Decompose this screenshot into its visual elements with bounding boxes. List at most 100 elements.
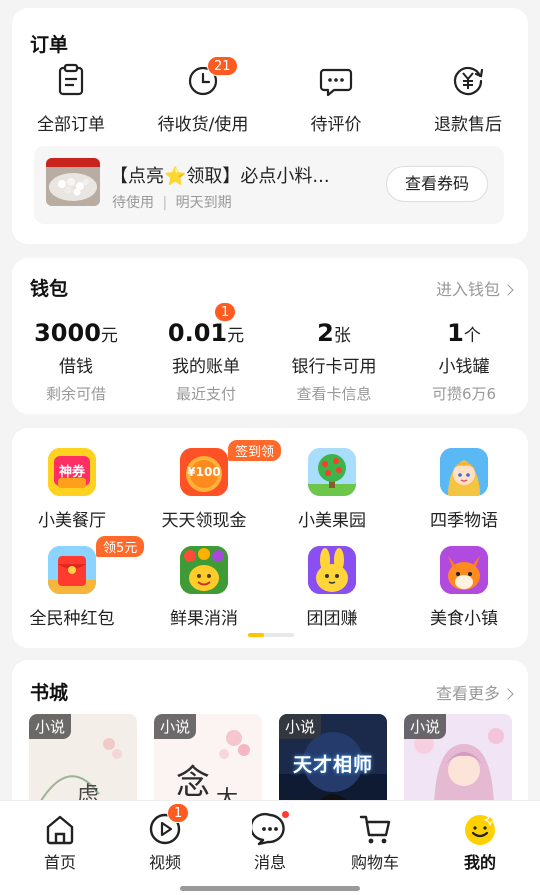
bill-badge: 1 (214, 302, 237, 322)
wallet-value: 2 (317, 319, 334, 347)
tab-pending-receipt[interactable]: 21 待收货/使用 (138, 56, 268, 135)
wallet-unit: 张 (333, 326, 351, 346)
coupon-status: 待使用 (112, 195, 154, 211)
clock-icon: 21 (185, 56, 238, 98)
book-cover-2[interactable]: 念太 小说 (154, 714, 262, 814)
wallet-value: 1 (447, 319, 464, 347)
tab-refund[interactable]: 退款售后 (403, 62, 533, 135)
fruit-tree-icon (308, 448, 356, 496)
wallet-item-bill[interactable]: 1 0.01元 我的账单 最近支付 (142, 302, 270, 404)
rabbit-icon (308, 546, 356, 594)
wallet-item-piggy-bank[interactable]: 1个 小钱罐 可攒6万6 (400, 318, 528, 404)
coupon-status-line: 待使用 | 明天到期 (112, 192, 232, 212)
orders-card: 订单 全部订单 21 待收货/使用 待评价 退款售后 【点亮⭐领取】必点小料..… (12, 8, 528, 244)
nav-cart[interactable]: 购物车 (321, 811, 429, 873)
app-label: 团团赚 (306, 609, 358, 629)
video-badge: 1 (167, 803, 190, 823)
wallet-value: 0.01 (167, 319, 228, 347)
chevron-right-icon (502, 284, 514, 296)
book-tag: 小说 (154, 714, 197, 739)
wallet-sub: 可攒6万6 (431, 385, 497, 403)
app-label: 四季物语 (430, 511, 498, 531)
wallet-name: 我的账单 (172, 357, 240, 377)
home-indicator[interactable] (180, 886, 360, 891)
app-fruit-match[interactable]: 鲜果消消 (140, 546, 268, 629)
book-cover-title: 天才相师 (292, 754, 373, 776)
wallet-name: 银行卡可用 (291, 357, 377, 377)
book-tag: 小说 (279, 714, 322, 739)
girl-avatar-icon (440, 448, 488, 496)
nav-label: 消息 (253, 853, 286, 872)
nav-label: 购物车 (350, 853, 399, 872)
app-tuantuan-earn[interactable]: 团团赚 (268, 546, 396, 629)
app-label: 全民种红包 (29, 609, 115, 629)
pending-count-badge: 21 (207, 56, 238, 76)
bookstore-card: 书城 查看更多 虑 小说 念太 小说 天才相师 小说 小说 (12, 660, 528, 820)
wallet-name: 小钱罐 (438, 357, 490, 377)
app-label: 美食小镇 (430, 609, 498, 629)
clipboard-icon (53, 62, 89, 98)
shenquan-icon-text: 神券 (58, 465, 85, 480)
refund-yen-icon (450, 62, 486, 98)
book-tag: 小说 (404, 714, 447, 739)
tab-label: 待收货/使用 (157, 115, 249, 135)
app-label: 小美餐厅 (38, 511, 106, 531)
tab-label: 全部订单 (37, 115, 105, 135)
fruit-match-icon (180, 546, 228, 594)
wallet-name: 借钱 (59, 357, 93, 377)
app-xiaomei-restaurant[interactable]: 神券 小美餐厅 (8, 448, 136, 531)
app-label: 小美果园 (298, 511, 366, 531)
enter-wallet-link[interactable]: 进入钱包 (435, 276, 514, 300)
wallet-item-bank-cards[interactable]: 2张 银行卡可用 查看卡信息 (270, 318, 398, 404)
book-tag: 小说 (29, 714, 72, 739)
tab-label: 退款售后 (434, 115, 502, 135)
app-label: 鲜果消消 (170, 609, 238, 629)
get-5-yuan-tag: 领5元 (96, 536, 145, 557)
book-cover-3[interactable]: 天才相师 小说 (279, 714, 387, 814)
wallet-value: 3000 (34, 319, 101, 347)
pager-active-dot (248, 633, 264, 637)
nav-home[interactable]: 首页 (6, 811, 114, 873)
wallet-unit: 元 (100, 326, 118, 346)
nav-video[interactable]: 1 视频 (111, 803, 219, 873)
book-cover-4[interactable]: 小说 (404, 714, 512, 814)
fox-icon (440, 546, 488, 594)
wallet-sub: 剩余可借 (45, 385, 106, 403)
smiley-icon (462, 811, 498, 847)
coupon-product-image (46, 158, 100, 206)
nav-label: 视频 (148, 853, 181, 872)
wallet-item-borrow[interactable]: 3000元 借钱 剩余可借 (12, 318, 140, 404)
message-icon (249, 810, 290, 847)
home-icon (42, 811, 78, 847)
tab-all-orders[interactable]: 全部订单 (6, 62, 136, 135)
bottom-nav: 首页 1 视频 消息 购物车 我的 (0, 800, 540, 895)
coupon-title: 【点亮⭐领取】必点小料... (110, 166, 330, 187)
chat-bubble-icon (318, 62, 354, 98)
nav-mine[interactable]: 我的 (426, 811, 534, 873)
coupon-order-item[interactable]: 【点亮⭐领取】必点小料... 待使用 | 明天到期 查看券码 (34, 146, 504, 224)
nav-label: 我的 (463, 853, 496, 872)
book-cover-1[interactable]: 虑 小说 (29, 714, 137, 814)
cart-icon (357, 811, 393, 847)
app-label: 天天领现金 (161, 511, 247, 531)
tab-to-review[interactable]: 待评价 (271, 62, 401, 135)
app-fruit-garden[interactable]: 小美果园 (268, 448, 396, 531)
nav-messages[interactable]: 消息 (216, 810, 324, 873)
cash-100-icon: ¥100 (180, 448, 228, 496)
view-coupon-code-button[interactable]: 查看券码 (386, 166, 488, 202)
app-plant-red-envelope[interactable]: 领5元 全民种红包 (8, 536, 145, 629)
nav-label: 首页 (43, 853, 76, 872)
app-food-town[interactable]: 美食小镇 (400, 546, 528, 629)
shenquan-coupon-icon: 神券 (48, 448, 96, 496)
message-dot (281, 810, 290, 819)
app-four-seasons[interactable]: 四季物语 (400, 448, 528, 531)
app-daily-cash[interactable]: ¥100 签到领 天天领现金 (140, 440, 282, 531)
svg-text:念: 念 (176, 763, 210, 803)
wallet-unit: 元 (227, 326, 245, 346)
cash-icon-text: ¥100 (187, 465, 221, 479)
apps-pager (248, 633, 294, 637)
chevron-right-icon (502, 688, 514, 700)
see-more-link[interactable]: 查看更多 (436, 680, 514, 704)
enter-wallet-label: 进入钱包 (435, 280, 500, 299)
wallet-title: 钱包 (30, 278, 69, 300)
